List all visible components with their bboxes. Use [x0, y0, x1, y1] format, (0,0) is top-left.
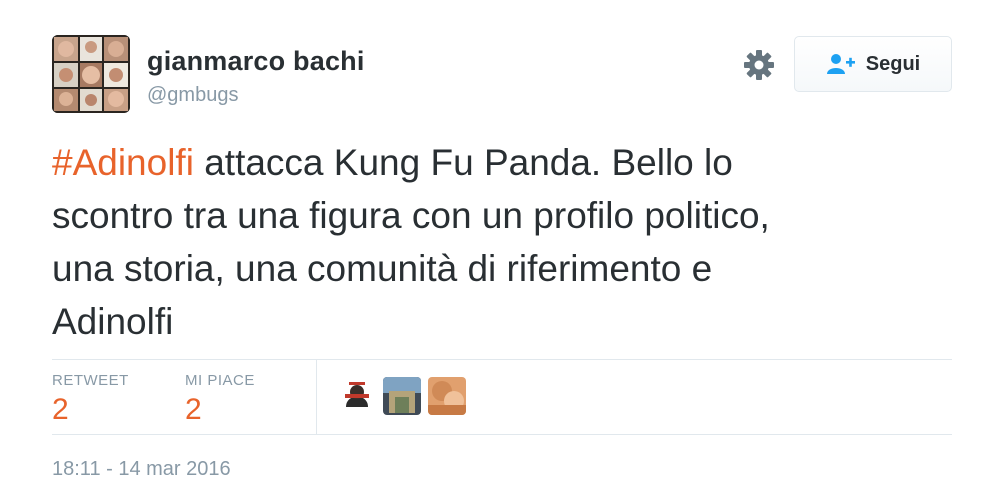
- tweet-text-line-4: Adinolfi: [52, 301, 174, 342]
- tweet-text: #Adinolfi attacca Kung Fu Panda. Bello l…: [52, 136, 932, 348]
- liker-avatar-1[interactable]: [338, 377, 376, 415]
- stats-separator: [316, 360, 317, 434]
- tweet-text-line-1: attacca Kung Fu Panda. Bello lo: [193, 142, 733, 183]
- follow-button-label: Segui: [865, 52, 921, 75]
- follow-button[interactable]: Segui: [794, 36, 952, 92]
- retweet-stat[interactable]: RETWEET 2: [52, 372, 129, 427]
- tweet-text-line-3: una storia, una comunità di riferimento …: [52, 248, 713, 289]
- like-label: MI PIACE: [185, 372, 255, 389]
- tweet-timestamp[interactable]: 18:11 - 14 mar 2016: [52, 458, 231, 481]
- stats-bottom-divider: [52, 434, 952, 435]
- liker-avatar-3[interactable]: [428, 377, 466, 415]
- tweet-text-line-2: scontro tra una figura con un profilo po…: [52, 195, 770, 236]
- like-stat[interactable]: MI PIACE 2: [185, 372, 255, 427]
- avatar-photo: [52, 35, 130, 113]
- stats-top-divider: [52, 359, 952, 360]
- retweet-count: 2: [52, 393, 69, 426]
- likers-list: [338, 377, 466, 415]
- hashtag-link[interactable]: #Adinolfi: [52, 142, 194, 183]
- user-avatar[interactable]: [52, 35, 130, 113]
- gear-icon[interactable]: [742, 48, 776, 82]
- add-user-icon: [826, 54, 855, 74]
- like-count: 2: [185, 393, 202, 426]
- liker-avatar-2[interactable]: [383, 377, 421, 415]
- user-display-name[interactable]: gianmarco bachi: [147, 46, 365, 77]
- retweet-label: RETWEET: [52, 372, 129, 389]
- user-handle[interactable]: @gmbugs: [147, 84, 238, 107]
